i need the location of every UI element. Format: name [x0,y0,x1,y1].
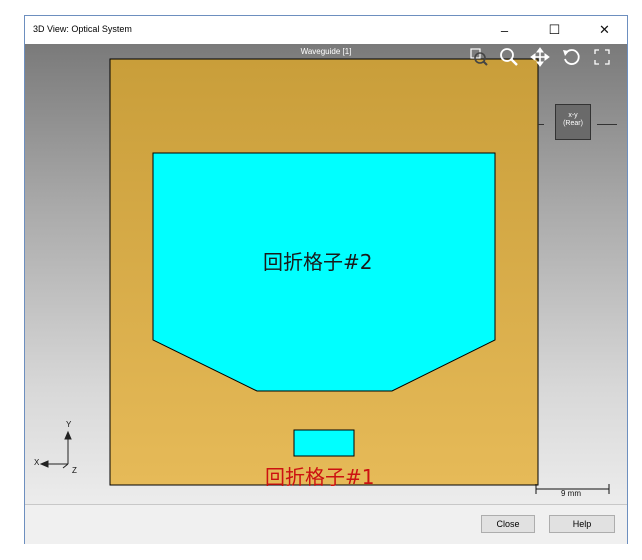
close-window-button[interactable]: ✕ [587,16,622,44]
close-button[interactable]: Close [481,515,535,533]
orientation-label-side: (Rear) [563,120,583,127]
grating-2-label: 回折格子#2 [263,250,373,274]
zoom-window-icon[interactable] [469,47,489,67]
zoom-icon[interactable] [499,47,519,67]
scale-bar-label: 9 mm [561,489,581,498]
axis-y-label: Y [66,420,72,429]
dialog-footer: Close Help [25,504,627,544]
title-bar[interactable]: 3D View: Optical System – ☐ ✕ [25,16,627,44]
orientation-tick-left [538,124,544,125]
axis-z-label: Z [72,466,77,475]
orientation-cube[interactable]: x-y (Rear) [555,104,591,140]
pan-icon[interactable] [530,47,550,67]
window-title: 3D View: Optical System [33,24,132,34]
3d-viewport[interactable]: Waveguide [1] x-y (Rear) 回折格子#2 回折格子#1 Y… [25,44,627,504]
grating-1-label: 回折格子#1 [265,465,375,489]
maximize-button[interactable]: ☐ [537,16,572,44]
orientation-label-plane: x-y [568,112,578,119]
help-button[interactable]: Help [549,515,615,533]
minimize-button[interactable]: – [487,16,522,44]
grating-1-shape [293,429,355,457]
optical-system-window: 3D View: Optical System – ☐ ✕ Waveguide … [24,15,628,544]
rotate-icon[interactable] [561,47,581,67]
axis-x-label: X [34,458,40,467]
fit-icon[interactable] [592,47,612,67]
axis-triad [39,430,72,469]
orientation-tick-right [597,124,617,125]
